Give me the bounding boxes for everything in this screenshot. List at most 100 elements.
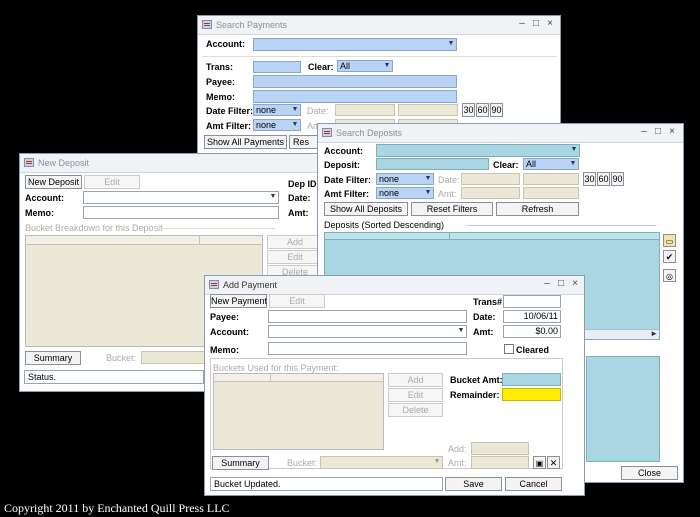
deposit-detail-list[interactable] <box>586 356 660 462</box>
bucket-amount-input[interactable] <box>471 456 529 469</box>
show-all-payments-button[interactable]: Show All Payments <box>204 135 287 149</box>
bucket-label: Bucket: <box>106 353 137 363</box>
chevron-down-icon[interactable]: ▼ <box>268 192 278 202</box>
minimize-icon[interactable]: – <box>541 278 553 290</box>
cleared-checkbox[interactable] <box>504 344 514 354</box>
payee-input[interactable] <box>253 75 457 88</box>
memo-input[interactable] <box>268 342 467 355</box>
close-icon[interactable]: × <box>544 18 556 30</box>
chevron-down-icon[interactable]: ▼ <box>569 145 579 155</box>
date-from-input[interactable] <box>335 104 395 116</box>
date-filter-select[interactable]: none ▼ <box>253 104 301 116</box>
cancel-button[interactable]: Cancel <box>505 477 562 491</box>
open-folder-button[interactable]: ▭ <box>663 234 676 247</box>
new-deposit-button[interactable]: New Deposit <box>25 175 82 189</box>
date-from-input[interactable] <box>461 173 520 185</box>
add-bucket-button[interactable]: Add <box>388 373 443 387</box>
account-combobox[interactable]: ▼ <box>83 191 279 204</box>
edit-button[interactable]: Edit <box>84 175 140 189</box>
90-days-button[interactable]: 90 <box>611 172 624 186</box>
maximize-icon[interactable]: □ <box>555 278 567 290</box>
search-payments-titlebar[interactable]: Search Payments – □ × <box>198 16 560 35</box>
close-icon[interactable]: × <box>666 126 678 138</box>
report-button[interactable]: ◎ <box>663 269 676 282</box>
amt-input[interactable]: $0.00 <box>503 325 561 338</box>
90-days-button[interactable]: 90 <box>490 103 503 117</box>
close-icon[interactable]: × <box>569 278 581 290</box>
minimize-icon[interactable]: – <box>516 18 528 30</box>
account-label: Account: <box>25 193 64 203</box>
new-deposit-titlebar[interactable]: New Deposit <box>20 154 324 173</box>
date-to-input[interactable] <box>398 104 458 116</box>
amt-to-input[interactable] <box>523 187 579 199</box>
refresh-button[interactable]: Refresh <box>496 202 579 216</box>
chevron-down-icon[interactable]: ▼ <box>568 159 578 169</box>
60-days-button[interactable]: 60 <box>597 172 610 186</box>
chevron-down-icon[interactable]: ▼ <box>382 61 392 71</box>
bucket-select[interactable] <box>141 351 209 364</box>
buckets-used-grid[interactable] <box>213 373 384 450</box>
date-to-input[interactable] <box>523 173 579 185</box>
30-days-button[interactable]: 30 <box>462 103 475 117</box>
chevron-down-icon[interactable]: ▼ <box>446 39 456 49</box>
edit-button[interactable]: Edit <box>269 294 325 308</box>
save-button[interactable]: Save <box>445 477 502 491</box>
amt-filter-select[interactable]: none ▼ <box>376 187 434 199</box>
window-title: New Deposit <box>38 158 90 168</box>
clear-select[interactable]: All ▼ <box>337 60 393 72</box>
add-bucket-button[interactable]: Add <box>267 235 323 249</box>
chevron-down-icon[interactable]: ▼ <box>290 105 300 115</box>
account-combobox[interactable]: ▼ <box>376 144 580 157</box>
chevron-down-icon[interactable]: ▼ <box>432 457 442 467</box>
chevron-down-icon[interactable]: ▼ <box>423 174 433 184</box>
maximize-icon[interactable]: □ <box>530 18 542 30</box>
chevron-down-icon[interactable]: ▼ <box>423 188 433 198</box>
minimize-icon[interactable]: – <box>638 126 650 138</box>
60-days-button[interactable]: 60 <box>476 103 489 117</box>
account-combobox[interactable]: ▼ <box>268 325 467 338</box>
close-button[interactable]: Close <box>621 466 678 480</box>
memo-input[interactable] <box>83 206 279 219</box>
amt-from-input[interactable] <box>461 187 520 199</box>
add-input[interactable] <box>471 442 529 455</box>
delete-bucket-button[interactable]: Delete <box>388 403 443 417</box>
30-days-button[interactable]: 30 <box>583 172 596 186</box>
date-filter-select[interactable]: none ▼ <box>376 173 434 185</box>
payee-input[interactable] <box>268 310 467 323</box>
add-payment-titlebar[interactable]: Add Payment – □ × <box>205 276 584 295</box>
new-payment-button[interactable]: New Payment <box>210 294 267 308</box>
summary-button[interactable]: Summary <box>25 351 81 365</box>
edit-bucket-button[interactable]: Edit <box>267 250 323 264</box>
payee-label: Payee: <box>206 77 236 87</box>
summary-button[interactable]: Summary <box>212 456 269 470</box>
chevron-down-icon[interactable]: ▼ <box>456 326 466 336</box>
x-icon: ✕ <box>549 458 558 468</box>
clear-select[interactable]: All ▼ <box>523 158 579 170</box>
form-icon <box>24 158 34 167</box>
reset-filters-button[interactable]: Reset Filters <box>411 202 493 216</box>
date-input[interactable]: 10/06/11 <box>503 310 561 323</box>
window-title: Search Payments <box>216 20 288 30</box>
trans-input[interactable] <box>503 295 561 308</box>
bucket-select[interactable]: ▼ <box>320 456 443 469</box>
form-icon <box>202 20 212 29</box>
date-value: 10/06/11 <box>523 311 558 321</box>
check-button[interactable]: ✔ <box>663 250 676 263</box>
deposit-input[interactable] <box>376 158 489 170</box>
chevron-down-icon[interactable]: ▼ <box>290 120 300 130</box>
clear-bucket-button[interactable]: ✕ <box>547 456 560 469</box>
amt-filter-select[interactable]: none ▼ <box>253 119 301 131</box>
search-deposits-titlebar[interactable]: Search Deposits – □ × <box>318 124 683 143</box>
save-bucket-button[interactable]: ▣ <box>533 456 546 469</box>
scroll-right-icon[interactable]: ► <box>650 329 658 338</box>
show-all-deposits-button[interactable]: Show All Deposits <box>324 202 408 216</box>
bucket-amt-input[interactable] <box>502 373 561 386</box>
memo-input[interactable] <box>253 90 457 103</box>
account-combobox[interactable]: ▼ <box>253 38 457 51</box>
bucket-breakdown-heading: Bucket Breakdown for this Deposit <box>25 223 163 233</box>
status-text: Status. <box>28 372 57 382</box>
remainder-label: Remainder: <box>450 390 500 400</box>
trans-input[interactable] <box>253 61 301 73</box>
maximize-icon[interactable]: □ <box>652 126 664 138</box>
edit-bucket-button[interactable]: Edit <box>388 388 443 402</box>
